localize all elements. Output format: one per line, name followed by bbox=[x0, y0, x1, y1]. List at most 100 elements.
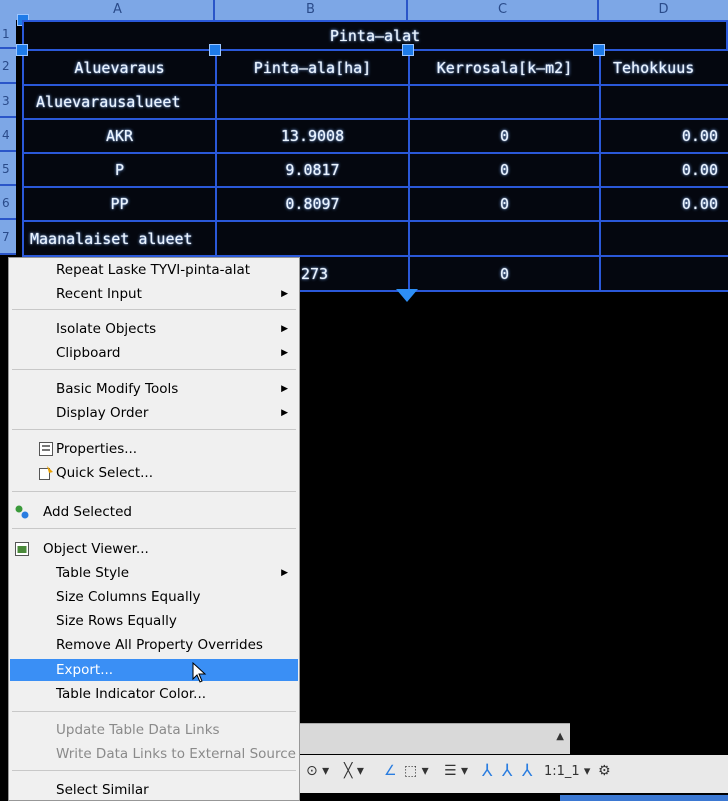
table-cell[interactable]: 0.00 bbox=[599, 152, 728, 188]
table-cell[interactable]: AKR bbox=[22, 118, 217, 154]
table-cell[interactable]: P bbox=[22, 152, 217, 188]
row-header-6[interactable]: 6 bbox=[0, 186, 16, 220]
annotation-scale-icon[interactable]: ⅄ bbox=[522, 761, 532, 781]
section-cell[interactable]: Aluevarausalueet bbox=[22, 84, 217, 120]
section-cell[interactable]: Maanalaiset alueet bbox=[22, 220, 217, 257]
column-header-c[interactable]: C bbox=[408, 0, 599, 20]
column-header-d[interactable]: D bbox=[599, 0, 728, 20]
polar-tracking-icon[interactable]: ⊙ ▾ bbox=[306, 763, 329, 779]
gear-icon[interactable]: ⚙ bbox=[598, 763, 611, 779]
menu-item-export[interactable]: Export... bbox=[10, 659, 298, 683]
column-grip[interactable] bbox=[593, 44, 605, 56]
header-cell[interactable]: Tehokkuus bbox=[599, 49, 728, 86]
menu-separator bbox=[12, 429, 296, 430]
menu-item-label: Clipboard bbox=[56, 345, 121, 361]
menu-item-repeat[interactable]: Repeat Laske TYVI-pinta-alat bbox=[10, 259, 298, 281]
header-pinta-ala: Pinta–ala[ha] bbox=[253, 58, 372, 77]
scale-readout[interactable]: 1:1_1 ▾ bbox=[544, 764, 590, 779]
empty-cell[interactable] bbox=[408, 220, 601, 257]
row-header-5[interactable]: 5 bbox=[0, 152, 16, 186]
menu-item-update-links[interactable]: Update Table Data Links bbox=[10, 719, 298, 741]
header-cell[interactable]: Pinta–ala[ha] bbox=[215, 49, 410, 86]
table-title-cell[interactable]: Pinta–alat bbox=[22, 20, 728, 51]
cell-area: 0.8097 bbox=[285, 195, 340, 213]
column-grip[interactable] bbox=[16, 44, 28, 56]
selection-cycling-icon[interactable]: ⬚ ▾ bbox=[404, 763, 429, 779]
table-cell[interactable]: 13.9008 bbox=[215, 118, 410, 154]
cell-name: P bbox=[114, 161, 125, 179]
menu-item-select-similar[interactable]: Select Similar bbox=[10, 779, 298, 801]
menu-item-size-columns[interactable]: Size Columns Equally bbox=[10, 586, 298, 608]
menu-item-label: Isolate Objects bbox=[56, 321, 157, 337]
menu-item-label: Write Data Links to External Source bbox=[56, 746, 296, 762]
row-header-7[interactable]: 7 bbox=[0, 220, 16, 255]
header-cell[interactable]: Aluevaraus bbox=[22, 49, 217, 86]
cell-area: 9.0817 bbox=[285, 161, 340, 179]
command-panel: ▲ bbox=[300, 723, 570, 754]
menu-item-recent-input[interactable]: Recent Input ▶ bbox=[10, 283, 298, 305]
column-header-a[interactable]: A bbox=[22, 0, 215, 20]
menu-item-label: Remove All Property Overrides bbox=[56, 637, 263, 653]
cell-floor: 0 bbox=[499, 127, 510, 145]
row-header-2[interactable]: 2 bbox=[0, 49, 16, 84]
menu-item-write-links[interactable]: Write Data Links to External Source bbox=[10, 743, 298, 765]
menu-item-label: Size Rows Equally bbox=[56, 613, 177, 629]
header-tehokkuus: Tehokkuus bbox=[613, 58, 695, 77]
table-break-arrow-icon[interactable] bbox=[396, 289, 418, 302]
menu-item-remove-overrides[interactable]: Remove All Property Overrides bbox=[10, 634, 298, 656]
column-grip[interactable] bbox=[209, 44, 221, 56]
table-cell[interactable]: 0.00 bbox=[599, 118, 728, 154]
table-cell[interactable]: 0 bbox=[408, 255, 601, 292]
empty-cell[interactable] bbox=[215, 84, 410, 120]
table-cell[interactable]: 0 bbox=[408, 152, 601, 188]
menu-item-label: Add Selected bbox=[43, 504, 132, 520]
table-cell[interactable]: 0.8097 bbox=[215, 186, 410, 222]
submenu-arrow-icon: ▶ bbox=[281, 324, 288, 334]
menu-separator bbox=[12, 711, 296, 712]
header-aluevaraus: Aluevaraus bbox=[74, 58, 165, 77]
menu-separator bbox=[12, 369, 296, 370]
auto-scale-icon[interactable]: ⅄ bbox=[502, 761, 512, 781]
menu-item-object-viewer[interactable]: Object Viewer... bbox=[10, 538, 298, 560]
menu-item-label: Table Indicator Color... bbox=[56, 686, 207, 702]
menu-item-properties[interactable]: Properties... bbox=[10, 438, 298, 460]
table-cell[interactable]: 0 bbox=[408, 118, 601, 154]
header-cell[interactable]: Kerrosala[k–m2] bbox=[408, 49, 601, 86]
menu-item-indicator-color[interactable]: Table Indicator Color... bbox=[10, 683, 298, 705]
empty-cell[interactable] bbox=[599, 84, 728, 120]
row-header-1[interactable]: 1 bbox=[0, 20, 16, 49]
menu-item-label: Display Order bbox=[56, 405, 149, 421]
lineweight-icon[interactable]: ☰ ▾ bbox=[444, 763, 468, 779]
empty-cell[interactable] bbox=[215, 220, 410, 257]
panel-up-arrow-icon[interactable]: ▲ bbox=[556, 731, 564, 742]
column-header-b[interactable]: B bbox=[215, 0, 408, 20]
table-cell[interactable] bbox=[599, 255, 728, 292]
row-header-4[interactable]: 4 bbox=[0, 118, 16, 152]
add-selected-icon bbox=[15, 505, 29, 519]
menu-item-add-selected[interactable]: Add Selected bbox=[10, 501, 298, 523]
menu-item-quick-select[interactable]: Quick Select... bbox=[10, 462, 298, 484]
osnap-icon[interactable]: ╳ ▾ bbox=[344, 763, 364, 779]
menu-item-size-rows[interactable]: Size Rows Equally bbox=[10, 610, 298, 632]
table-cell[interactable]: PP bbox=[22, 186, 217, 222]
table-cell[interactable]: 9.0817 bbox=[215, 152, 410, 188]
empty-cell[interactable] bbox=[408, 84, 601, 120]
menu-item-display-order[interactable]: Display Order ▶ bbox=[10, 402, 298, 424]
submenu-arrow-icon: ▶ bbox=[281, 568, 288, 578]
menu-item-table-style[interactable]: Table Style ▶ bbox=[10, 562, 298, 584]
cell-floor: 0 bbox=[499, 195, 510, 213]
dynamic-ucs-icon[interactable]: ∠ bbox=[384, 763, 397, 779]
annotation-visibility-icon[interactable]: ⅄ bbox=[482, 761, 492, 781]
table-cell[interactable]: 0.00 bbox=[599, 186, 728, 222]
row-header-3[interactable]: 3 bbox=[0, 84, 16, 118]
menu-item-clipboard[interactable]: Clipboard ▶ bbox=[10, 342, 298, 364]
empty-cell[interactable] bbox=[599, 220, 728, 257]
column-grip[interactable] bbox=[402, 44, 414, 56]
menu-item-basic-modify[interactable]: Basic Modify Tools ▶ bbox=[10, 378, 298, 400]
menu-item-isolate[interactable]: Isolate Objects ▶ bbox=[10, 318, 298, 340]
table-cell[interactable]: 0 bbox=[408, 186, 601, 222]
menu-item-label: Repeat Laske TYVI-pinta-alat bbox=[56, 262, 251, 278]
table[interactable]: Pinta–alat Aluevaraus Pinta–ala[ha] Kerr… bbox=[22, 20, 728, 292]
cell-eff: 0.00 bbox=[681, 161, 718, 179]
table-title: Pinta–alat bbox=[329, 26, 421, 45]
